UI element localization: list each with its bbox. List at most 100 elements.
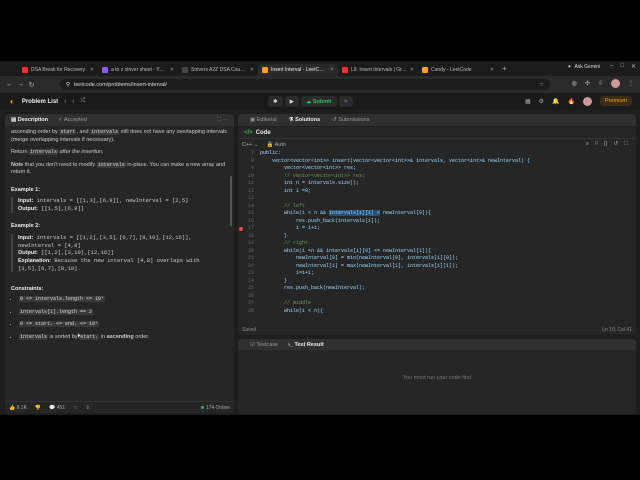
notifications-icon[interactable]: 🔔 xyxy=(552,98,559,105)
code-line[interactable]: 12 int i =0; xyxy=(238,188,636,196)
language-select[interactable]: C++ ⌄ xyxy=(242,142,259,148)
expand-panel-icon[interactable]: ⛶ ⋯ xyxy=(217,117,228,124)
problem-list-link[interactable]: Problem List xyxy=(22,99,58,105)
run-button[interactable]: ▶ xyxy=(284,96,299,107)
format-icon[interactable]: ≡ xyxy=(586,141,589,148)
shuffle-icon[interactable]: ⤮ xyxy=(80,98,85,105)
code-line[interactable]: 19 // right xyxy=(238,240,636,248)
code-line[interactable]: 26 xyxy=(238,293,636,301)
close-tab-icon[interactable]: ✕ xyxy=(330,67,334,73)
tab-editorial[interactable]: ▣ Editorial xyxy=(250,117,277,123)
user-avatar[interactable] xyxy=(582,96,592,106)
line-number[interactable]: 7 xyxy=(238,150,260,158)
ai-assist-icon[interactable]: ✧ xyxy=(338,96,354,107)
star-icon[interactable]: ☆ xyxy=(73,405,77,411)
next-problem-icon[interactable]: › xyxy=(72,99,74,105)
tab-testcase[interactable]: ☑ Testcase xyxy=(250,342,278,348)
code-editor[interactable]: 7 public: 8 vector<vector<int>> insert(vec… xyxy=(238,150,636,322)
back-icon[interactable]: ← xyxy=(4,81,15,88)
close-window-icon[interactable]: ✕ xyxy=(631,63,636,70)
code-line[interactable]: 7 public: xyxy=(238,150,636,158)
line-number[interactable]: 13 xyxy=(238,195,260,203)
code-line[interactable]: 15 while(i < n && intervals[i][1] < newI… xyxy=(238,210,636,218)
tab-test-result[interactable]: ›_ Test Result xyxy=(288,342,324,348)
reload-icon[interactable]: ↻ xyxy=(26,81,37,89)
code-line[interactable]: 20 while(i <n && intervals[i][0] <= newI… xyxy=(238,248,636,256)
reset-icon[interactable]: ↺ xyxy=(614,141,619,148)
leetcode-logo-icon[interactable]: ◖ xyxy=(9,97,14,106)
braces-icon[interactable]: {} xyxy=(604,141,608,148)
bookmark-star-icon[interactable]: ☆ xyxy=(539,82,544,88)
browser-tab[interactable]: Insert Interval - LeetCode ✕ xyxy=(258,64,338,76)
browser-tab[interactable]: L9. Insert Intervals | Greedy ✕ xyxy=(338,64,418,76)
line-number[interactable]: 19 xyxy=(238,240,260,248)
line-number[interactable]: 23 xyxy=(238,270,260,278)
profile-avatar[interactable] xyxy=(611,79,620,88)
line-number[interactable]: 12 xyxy=(238,188,260,196)
code-line[interactable]: 10 // vector<vector<int>> res; xyxy=(238,173,636,181)
download-icon[interactable]: ⇩ xyxy=(598,80,603,87)
settings-icon[interactable]: ⚙ xyxy=(539,98,544,105)
code-line[interactable]: 22 newInterval[1] = max(newInterval[1], … xyxy=(238,263,636,271)
browser-tab[interactable]: Candy - LeetCode ✕ xyxy=(418,64,498,76)
tab-submissions[interactable]: ↺ Submissions xyxy=(332,117,369,123)
line-number[interactable]: 20 xyxy=(238,248,260,256)
line-number[interactable]: 28 xyxy=(238,308,260,316)
line-number[interactable]: 10 xyxy=(238,173,260,181)
code-line[interactable]: 11 int n = intervals.size(); xyxy=(238,180,636,188)
extension-icon[interactable]: ◍ xyxy=(572,80,577,87)
line-number[interactable]: 8 xyxy=(238,158,260,166)
auto-mode-toggle[interactable]: 🔒 Auto xyxy=(267,142,286,148)
share-icon[interactable]: ⇪ xyxy=(86,405,90,411)
close-tab-icon[interactable]: ✕ xyxy=(490,67,494,73)
line-number[interactable]: 15 xyxy=(238,210,260,218)
code-line[interactable]: 25 res.push_back(newInterval); xyxy=(238,285,636,293)
site-info-icon[interactable]: ⚲ xyxy=(66,82,70,88)
code-line[interactable]: 9 vector<vector<int>> res; xyxy=(238,165,636,173)
prev-problem-icon[interactable]: ‹ xyxy=(64,99,66,105)
close-tab-icon[interactable]: ✕ xyxy=(170,67,174,73)
line-number[interactable]: 22 xyxy=(238,263,260,271)
line-number[interactable]: 26 xyxy=(238,293,260,301)
code-line[interactable]: 28 while(i < n){ xyxy=(238,308,636,316)
browser-tab[interactable]: Strivers A2Z DSA Course ✕ xyxy=(178,64,258,76)
comments-button[interactable]: 💬 451 xyxy=(49,405,65,411)
fullscreen-icon[interactable]: ⛶ xyxy=(624,141,628,148)
forward-icon[interactable]: → xyxy=(15,81,26,88)
tab-solutions[interactable]: ⚗ Solutions xyxy=(289,117,321,123)
line-number[interactable]: 24 xyxy=(238,278,260,286)
code-line[interactable]: 17 i = i+1; xyxy=(238,225,636,233)
code-line[interactable]: 8 vector<vector<int>> insert(vector<vect… xyxy=(238,158,636,166)
ask-gemini-button[interactable]: ✦ Ask Gemini xyxy=(567,64,600,70)
premium-button[interactable]: Premium xyxy=(599,96,632,106)
line-number[interactable]: 9 xyxy=(238,165,260,173)
line-number[interactable]: 14 xyxy=(238,203,260,211)
code-line[interactable]: 27 // middle xyxy=(238,300,636,308)
line-number[interactable]: 16 xyxy=(238,218,260,226)
submit-button[interactable]: ☁ Submit xyxy=(300,96,337,107)
bookmark-icon[interactable]: ⌑ xyxy=(595,141,598,148)
like-button[interactable]: 👍 9.1K xyxy=(9,405,27,411)
code-line[interactable]: 18 } xyxy=(238,233,636,241)
puzzle-icon[interactable]: ✣ xyxy=(585,80,590,87)
code-line[interactable]: 16 res.push_back(intervals[i]); xyxy=(238,218,636,226)
description-scrollbar[interactable] xyxy=(230,176,232,226)
browser-tab[interactable]: DSA Break for Recovery ✕ xyxy=(18,64,98,76)
tab-accepted[interactable]: ✓ Accepted xyxy=(58,117,87,123)
code-line[interactable]: 24 } xyxy=(238,278,636,286)
code-line[interactable]: 14 // left xyxy=(238,203,636,211)
code-line[interactable]: 21 newInterval[0] = min(newInterval[0], … xyxy=(238,255,636,263)
line-number[interactable]: 18 xyxy=(238,233,260,241)
browser-tab[interactable]: a to z striver sheet - YouTube✕ xyxy=(98,64,178,76)
code-line[interactable]: 23 i=i+1; xyxy=(238,270,636,278)
line-number[interactable]: 11 xyxy=(238,180,260,188)
url-input[interactable]: ⚲ leetcode.com/problems/insert-interval/… xyxy=(60,79,550,90)
line-number[interactable]: 21 xyxy=(238,255,260,263)
close-tab-icon[interactable]: ✕ xyxy=(410,67,414,73)
layout-icon[interactable]: ▦ xyxy=(525,98,531,105)
dislike-icon[interactable]: 👎 xyxy=(35,405,41,411)
line-number[interactable]: 27 xyxy=(238,300,260,308)
code-line[interactable]: 13 xyxy=(238,195,636,203)
close-tab-icon[interactable]: ✕ xyxy=(250,67,254,73)
new-tab-icon[interactable]: + xyxy=(502,64,507,73)
